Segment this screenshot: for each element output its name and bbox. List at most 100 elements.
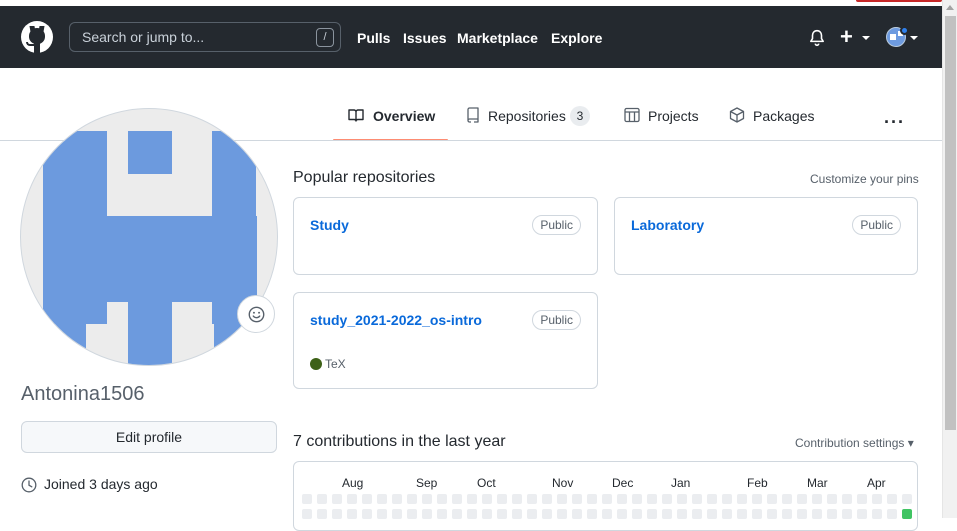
contribution-day-cell[interactable] bbox=[662, 494, 672, 504]
repo-language-label: TeX bbox=[325, 357, 346, 371]
user-menu-caret-icon[interactable] bbox=[910, 36, 918, 40]
joined-text: Joined 3 days ago bbox=[44, 476, 158, 492]
repo-name-link[interactable]: Study bbox=[310, 217, 349, 233]
repo-name-link[interactable]: Laboratory bbox=[631, 217, 704, 233]
contribution-day-cell[interactable] bbox=[572, 494, 582, 504]
search-placeholder: Search or jump to... bbox=[82, 29, 205, 45]
contribution-day-cell[interactable] bbox=[467, 494, 477, 504]
more-tabs-kebab-icon[interactable]: ··· bbox=[884, 112, 905, 133]
contribution-day-cell[interactable] bbox=[587, 494, 597, 504]
nav-marketplace[interactable]: Marketplace bbox=[457, 30, 538, 46]
contribution-day-cell[interactable] bbox=[497, 494, 507, 504]
profile-username: Antonina1506 bbox=[21, 383, 145, 405]
contribution-day-cell[interactable] bbox=[782, 494, 792, 504]
global-header: Search or jump to... / Pulls Issues Mark… bbox=[0, 6, 942, 68]
repo-card: study_2021-2022_os-intro Public TeX bbox=[293, 292, 598, 389]
contribution-day-cell[interactable] bbox=[617, 494, 627, 504]
contribution-day-cell[interactable] bbox=[362, 494, 372, 504]
repo-language: TeX bbox=[310, 357, 346, 371]
tab-repositories-label: Repositories bbox=[488, 108, 566, 124]
contribution-day-cell[interactable] bbox=[437, 494, 447, 504]
search-shortcut-key: / bbox=[316, 28, 334, 47]
nav-issues[interactable]: Issues bbox=[403, 30, 447, 46]
page-scrollbar[interactable] bbox=[942, 0, 957, 518]
contribution-graph: Aug Sep Oct Nov Dec Jan Feb Mar Apr bbox=[293, 461, 918, 531]
contribution-day-cell[interactable] bbox=[392, 494, 402, 504]
month-label: Nov bbox=[552, 476, 574, 490]
nav-explore[interactable]: Explore bbox=[551, 30, 602, 46]
month-label: Mar bbox=[807, 476, 828, 490]
month-label: Sep bbox=[416, 476, 438, 490]
contribution-day-cell[interactable] bbox=[512, 494, 522, 504]
tab-repositories[interactable]: Repositories 3 bbox=[465, 105, 595, 141]
contribution-day-cell[interactable] bbox=[407, 494, 417, 504]
contribution-day-cell[interactable] bbox=[332, 494, 342, 504]
contribution-day-cell[interactable] bbox=[542, 494, 552, 504]
contribution-day-cell[interactable] bbox=[722, 494, 732, 504]
scrollbar-thumb[interactable] bbox=[945, 16, 956, 430]
contribution-day-cell[interactable] bbox=[752, 494, 762, 504]
contribution-day-cell[interactable] bbox=[557, 494, 567, 504]
project-board-icon bbox=[624, 107, 640, 123]
contribution-day-cell[interactable] bbox=[632, 494, 642, 504]
github-logo-icon[interactable] bbox=[21, 21, 53, 53]
contribution-day-cell[interactable] bbox=[842, 494, 852, 504]
contribution-day-cell[interactable] bbox=[812, 494, 822, 504]
contribution-day-cell[interactable] bbox=[647, 494, 657, 504]
contribution-day-cell[interactable] bbox=[377, 494, 387, 504]
contribution-day-cell[interactable] bbox=[737, 494, 747, 504]
contribution-day-cell[interactable] bbox=[452, 494, 462, 504]
contribution-day-cell[interactable] bbox=[317, 494, 327, 504]
scroll-up-arrow-icon[interactable] bbox=[946, 5, 954, 10]
month-label: Dec bbox=[612, 476, 634, 490]
create-dropdown-caret-icon[interactable] bbox=[862, 36, 870, 40]
contribution-day-cell[interactable] bbox=[707, 494, 717, 504]
visibility-badge: Public bbox=[532, 215, 581, 235]
identicon-block bbox=[128, 131, 172, 174]
contribution-day-cell[interactable] bbox=[902, 494, 912, 504]
set-status-button[interactable] bbox=[237, 295, 275, 333]
contribution-day-cell[interactable] bbox=[302, 494, 312, 504]
tab-packages[interactable]: Packages bbox=[729, 105, 819, 141]
visibility-badge: Public bbox=[532, 310, 581, 330]
edit-profile-button[interactable]: Edit profile bbox=[21, 421, 277, 453]
contribution-day-cell[interactable] bbox=[857, 494, 867, 504]
language-color-dot bbox=[310, 358, 322, 370]
contribution-day-cell[interactable] bbox=[602, 494, 612, 504]
contribution-day-cell[interactable] bbox=[872, 494, 882, 504]
tab-overview[interactable]: Overview bbox=[333, 105, 448, 141]
contribution-day-cell[interactable] bbox=[827, 494, 837, 504]
repo-card: Laboratory Public bbox=[614, 197, 918, 275]
top-edge-accent bbox=[856, 0, 942, 2]
clock-icon bbox=[21, 477, 37, 493]
contribution-day-cell[interactable] bbox=[692, 494, 702, 504]
book-icon bbox=[348, 109, 364, 122]
identicon-block bbox=[43, 302, 86, 365]
tab-packages-label: Packages bbox=[753, 108, 815, 124]
month-label: Feb bbox=[747, 476, 768, 490]
contribution-day-cell[interactable] bbox=[347, 494, 357, 504]
tab-projects[interactable]: Projects bbox=[624, 105, 704, 141]
contribution-day-cell[interactable] bbox=[767, 494, 777, 504]
contribution-day-cell[interactable] bbox=[797, 494, 807, 504]
nav-pulls[interactable]: Pulls bbox=[357, 30, 390, 46]
create-new-plus-icon[interactable]: + bbox=[840, 26, 853, 48]
contribution-settings-dropdown[interactable]: Contribution settings ▾ bbox=[795, 436, 914, 450]
contribution-day-cell[interactable] bbox=[482, 494, 492, 504]
profile-avatar[interactable] bbox=[20, 108, 278, 366]
contributions-title: 7 contributions in the last year bbox=[293, 433, 506, 450]
contribution-day-cell[interactable] bbox=[887, 494, 897, 504]
status-dot-icon bbox=[900, 26, 909, 35]
month-label: Aug bbox=[342, 476, 364, 490]
customize-pins-link[interactable]: Customize your pins bbox=[810, 172, 919, 186]
month-label: Jan bbox=[671, 476, 691, 490]
popular-repositories-title: Popular repositories bbox=[293, 169, 436, 186]
repo-name-link[interactable]: study_2021-2022_os-intro bbox=[310, 312, 482, 328]
smiley-icon bbox=[248, 306, 265, 323]
contribution-day-cell[interactable] bbox=[527, 494, 537, 504]
search-input[interactable]: Search or jump to... / bbox=[69, 22, 341, 52]
tab-overview-label: Overview bbox=[373, 108, 436, 124]
contribution-day-cell[interactable] bbox=[422, 494, 432, 504]
contribution-day-cell[interactable] bbox=[677, 494, 687, 504]
bell-icon[interactable] bbox=[808, 29, 826, 47]
